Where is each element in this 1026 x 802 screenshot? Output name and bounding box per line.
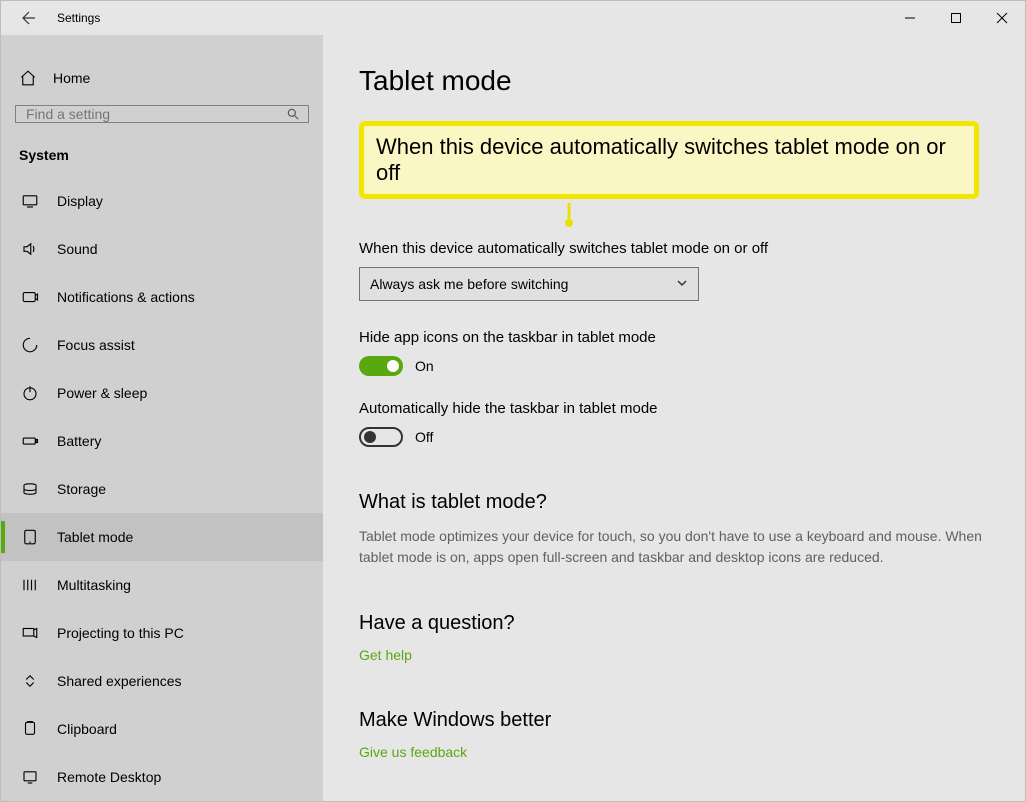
sidebar-item-remote-desktop[interactable]: Remote Desktop [1,753,323,801]
multitasking-icon [21,576,39,594]
display-icon [21,192,39,210]
feedback-link[interactable]: Give us feedback [359,744,467,760]
sidebar-item-display[interactable]: Display [1,177,323,225]
sidebar: Home System Display Sound Notifications & … [1,35,323,801]
battery-icon [21,432,39,450]
better-heading: Make Windows better [359,709,989,732]
remote-desktop-icon [21,768,39,786]
auto-hide-toggle[interactable] [359,427,403,447]
sidebar-item-shared-experiences[interactable]: Shared experiences [1,657,323,705]
sidebar-item-multitasking[interactable]: Multitasking [1,561,323,609]
search-icon [278,107,308,121]
sidebar-item-clipboard[interactable]: Clipboard [1,705,323,753]
hide-icons-toggle[interactable] [359,356,403,376]
sidebar-item-label: Display [57,193,103,209]
sidebar-item-battery[interactable]: Battery [1,417,323,465]
focus-assist-icon [21,336,39,354]
sidebar-item-projecting-to-this-pc[interactable]: Projecting to this PC [1,609,323,657]
dropdown-value: Always ask me before switching [370,276,568,292]
page-title: Tablet mode [359,65,989,97]
sidebar-item-label: Shared experiences [57,673,182,689]
tablet-mode-icon [21,528,39,546]
search-input[interactable] [16,106,278,122]
sidebar-item-focus-assist[interactable]: Focus assist [1,321,323,369]
what-is-body: Tablet mode optimizes your device for to… [359,526,989,568]
storage-icon [21,480,39,498]
close-button[interactable] [979,1,1025,35]
projecting-icon [21,624,39,642]
maximize-button[interactable] [933,1,979,35]
app-title: Settings [57,11,100,25]
hide-icons-state: On [415,358,434,374]
power-sleep-icon [21,384,39,402]
hide-icons-label: Hide app icons on the taskbar in tablet … [359,329,989,346]
sidebar-item-label: Power & sleep [57,385,147,401]
get-help-link[interactable]: Get help [359,647,412,663]
auto-hide-label: Automatically hide the taskbar in tablet… [359,400,989,417]
section-heading: System [1,137,323,177]
callout-arrow-icon [559,203,679,227]
minimize-button[interactable] [887,1,933,35]
sidebar-item-label: Tablet mode [57,529,133,545]
back-button[interactable] [11,2,43,34]
sidebar-item-label: Projecting to this PC [57,625,184,641]
home-button[interactable]: Home [1,63,323,93]
what-is-heading: What is tablet mode? [359,491,989,514]
highlighted-callout: When this device automatically switches … [359,121,979,199]
sidebar-item-label: Battery [57,433,101,449]
sidebar-item-label: Sound [57,241,97,257]
content-pane: Tablet mode When this device automatical… [323,35,1025,801]
notifications-icon [21,288,39,306]
sidebar-item-tablet-mode[interactable]: Tablet mode [1,513,323,561]
sidebar-item-storage[interactable]: Storage [1,465,323,513]
sidebar-item-power-sleep[interactable]: Power & sleep [1,369,323,417]
sidebar-item-label: Focus assist [57,337,135,353]
search-box[interactable] [15,105,309,123]
sound-icon [21,240,39,258]
sidebar-item-label: Notifications & actions [57,289,195,305]
settings-window: Settings Home [0,0,1026,802]
sidebar-item-sound[interactable]: Sound [1,225,323,273]
sidebar-item-label: Multitasking [57,577,131,593]
sidebar-item-label: Clipboard [57,721,117,737]
shared-experiences-icon [21,672,39,690]
sidebar-item-label: Storage [57,481,106,497]
sidebar-item-label: Remote Desktop [57,769,161,785]
sidebar-item-notifications-actions[interactable]: Notifications & actions [1,273,323,321]
question-heading: Have a question? [359,612,989,635]
switch-mode-label: When this device automatically switches … [359,240,989,257]
switch-mode-dropdown[interactable]: Always ask me before switching [359,267,699,301]
chevron-down-icon [676,276,688,292]
home-icon [19,69,37,87]
home-label: Home [53,70,90,86]
auto-hide-state: Off [415,429,433,445]
titlebar: Settings [1,1,1025,35]
clipboard-icon [21,720,39,738]
